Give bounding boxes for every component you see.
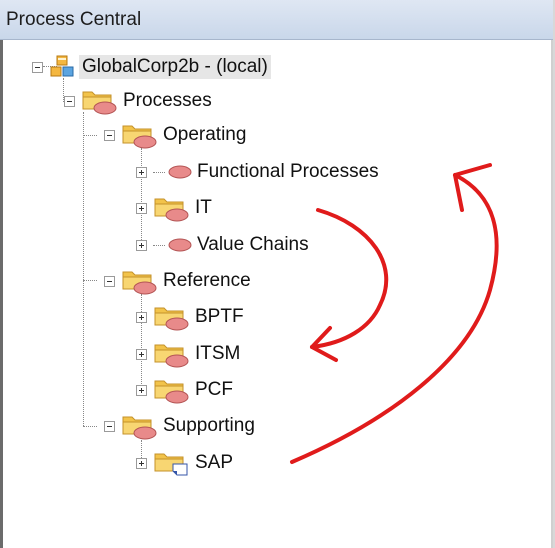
tree-connector xyxy=(153,244,165,246)
process-ellipse-icon xyxy=(168,238,192,252)
folder-process-icon xyxy=(122,125,157,149)
collapse-toggle[interactable] xyxy=(104,275,115,287)
tree-label-reference: Reference xyxy=(163,270,251,291)
tree-connector xyxy=(153,171,165,173)
tree-node-supporting[interactable]: Supporting xyxy=(104,411,255,441)
tree-label-it: IT xyxy=(195,197,212,218)
tree-label-sap: SAP xyxy=(195,452,234,473)
folder-process-icon xyxy=(154,344,189,368)
tree-label-operating: Operating xyxy=(163,124,247,145)
expand-toggle[interactable] xyxy=(136,166,147,178)
tree-label-root: GlobalCorp2b - (local) xyxy=(79,55,271,79)
expand-toggle[interactable] xyxy=(136,239,147,251)
folder-document-icon xyxy=(154,453,188,476)
tree-node-processes[interactable]: Processes xyxy=(64,86,212,116)
tree-node-operating[interactable]: Operating xyxy=(104,120,246,150)
tree-label-supporting: Supporting xyxy=(163,415,255,436)
tree-node-bptf[interactable]: BPTF xyxy=(136,302,244,332)
tree-node-value-chains[interactable]: Value Chains xyxy=(136,230,309,260)
tree-connector xyxy=(83,112,84,426)
tree-connector xyxy=(83,280,97,281)
tree-node-sap[interactable]: SAP xyxy=(136,448,233,478)
expand-toggle[interactable] xyxy=(136,311,147,323)
server-group-icon xyxy=(50,55,74,77)
tree-node-reference[interactable]: Reference xyxy=(104,266,251,296)
process-ellipse-icon xyxy=(168,165,192,179)
tree-node-functional-processes[interactable]: Functional Processes xyxy=(136,157,379,187)
tree-label-value-chains: Value Chains xyxy=(197,234,309,255)
expand-toggle[interactable] xyxy=(136,457,147,469)
process-tree: GlobalCorp2b - (local) Processes Operati… xyxy=(0,40,553,548)
tree-label-processes: Processes xyxy=(123,90,212,111)
tree-label-functional-processes: Functional Processes xyxy=(197,161,379,182)
folder-process-icon xyxy=(154,198,189,222)
process-central-panel: Process Central GlobalCorp2b - (local) P… xyxy=(0,0,553,548)
expand-toggle[interactable] xyxy=(136,348,147,360)
collapse-toggle[interactable] xyxy=(104,420,115,432)
panel-title: Process Central xyxy=(6,9,142,30)
folder-process-icon xyxy=(154,307,189,331)
tree-label-bptf: BPTF xyxy=(195,306,244,327)
tree-connector xyxy=(83,135,97,136)
expand-toggle[interactable] xyxy=(136,202,147,214)
tree-label-itsm: ITSM xyxy=(195,343,241,364)
panel-titlebar: Process Central xyxy=(0,0,553,40)
tree-node-pcf[interactable]: PCF xyxy=(136,375,233,405)
tree-node-root[interactable]: GlobalCorp2b - (local) xyxy=(32,52,271,82)
folder-process-icon xyxy=(122,416,157,440)
folder-process-icon xyxy=(82,91,117,115)
collapse-toggle[interactable] xyxy=(64,95,75,107)
collapse-toggle[interactable] xyxy=(32,61,43,73)
folder-process-icon xyxy=(122,271,157,295)
collapse-toggle[interactable] xyxy=(104,129,115,141)
tree-label-pcf: PCF xyxy=(195,379,233,400)
tree-node-itsm[interactable]: ITSM xyxy=(136,339,240,369)
tree-node-it[interactable]: IT xyxy=(136,193,212,223)
tree-connector xyxy=(83,426,97,427)
folder-process-icon xyxy=(154,380,189,404)
expand-toggle[interactable] xyxy=(136,384,147,396)
